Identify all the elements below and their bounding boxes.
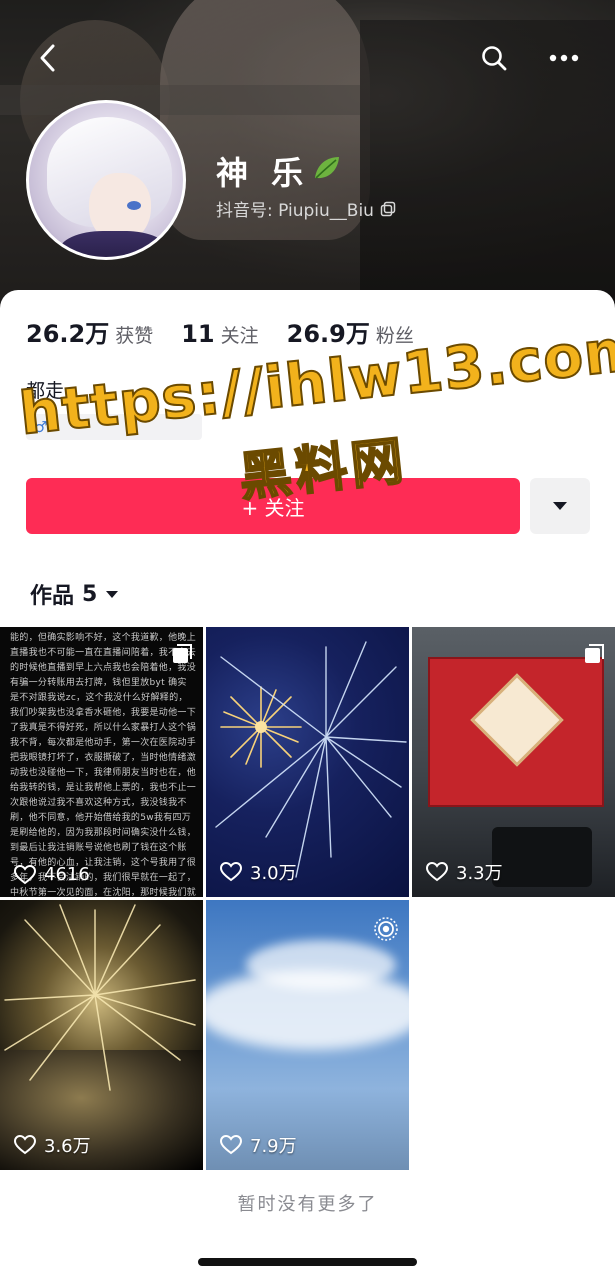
sky-cloud [246, 940, 396, 990]
heart-icon [14, 864, 36, 884]
stat-following[interactable]: 11 关注 [181, 320, 258, 348]
recommend-dropdown-button[interactable] [530, 478, 590, 534]
leaf-icon [311, 152, 341, 190]
tab-works-label: 作品 [30, 584, 75, 609]
tab-works[interactable]: 作品 5 [30, 578, 119, 610]
stat-followers-label: 粉丝 [375, 325, 414, 347]
douyin-id-text: 抖音号: Piupiu__Biu [216, 201, 374, 221]
search-button[interactable] [474, 38, 514, 78]
video-likes-count: 7.9万 [250, 1136, 297, 1157]
video-tile[interactable]: 3.0万 [206, 627, 409, 897]
video-likes: 3.3万 [426, 859, 503, 885]
stat-likes-label: 获赞 [115, 325, 154, 347]
stat-followers[interactable]: 26.9万 粉丝 [287, 314, 414, 349]
video-tile[interactable]: 3.6万 [0, 900, 203, 1170]
video-tile[interactable]: 7.9万 [206, 900, 409, 1170]
stat-following-value: 11 [181, 320, 215, 348]
chevron-left-icon [40, 44, 55, 72]
no-more-text: 暂时没有更多了 [237, 1194, 378, 1215]
video-likes: 7.9万 [220, 1132, 297, 1158]
tab-works-count: 5 [82, 581, 98, 607]
profile-name: 神 乐 [216, 148, 341, 194]
avatar[interactable] [26, 100, 186, 260]
firework-image [4, 904, 196, 1091]
multi-image-icon [585, 644, 604, 663]
stat-likes-value: 26.2万 [26, 320, 110, 348]
stat-following-label: 关注 [220, 325, 259, 347]
video-text-content: 能的，但确实影响不好，这个我道歉，他晚上直播我也不可能一直在直播间陪着，我不出去… [10, 633, 197, 897]
stats-row: 26.2万 获赞 11 关注 26.9万 粉丝 [26, 314, 442, 349]
copy-icon[interactable] [380, 201, 396, 217]
video-tile[interactable]: 能的，但确实影响不好，这个我道歉，他晚上直播我也不可能一直在直播间陪着，我不出去… [0, 627, 203, 897]
male-icon: ♂ [34, 418, 48, 436]
video-tile[interactable]: 3.3万 [412, 627, 615, 897]
follow-button-label: + 关注 [241, 495, 305, 520]
caret-down-icon [106, 590, 119, 598]
video-likes: 3.0万 [220, 859, 297, 885]
video-likes-count: 3.0万 [250, 863, 297, 884]
video-likes: 3.6万 [14, 1132, 91, 1158]
douyin-id: 抖音号: Piupiu__Biu [216, 196, 396, 221]
profile-name-text: 神 乐 [216, 154, 310, 192]
video-likes: 4616 [14, 864, 90, 885]
heart-icon [14, 1135, 36, 1155]
stat-followers-value: 26.9万 [286, 320, 370, 348]
heart-icon [220, 862, 242, 882]
stat-likes[interactable]: 26.2万 获赞 [26, 314, 153, 349]
follow-button[interactable]: + 关注 [26, 478, 520, 534]
gender-tag: ♂ [26, 414, 202, 440]
video-likes-count: 3.3万 [456, 863, 503, 884]
video-likes-count: 3.6万 [44, 1136, 91, 1157]
search-icon [482, 46, 507, 71]
heart-icon [220, 1135, 242, 1155]
home-indicator[interactable] [198, 1258, 417, 1266]
more-dots-icon [549, 54, 579, 62]
firework-image [215, 641, 407, 878]
live-photo-icon [374, 917, 398, 941]
caret-down-icon [553, 502, 567, 510]
more-button[interactable] [544, 38, 584, 78]
video-likes-count: 4616 [44, 864, 90, 885]
car-console [492, 827, 592, 887]
heart-icon [426, 862, 448, 882]
multi-image-icon [173, 644, 192, 663]
back-button[interactable] [28, 38, 68, 78]
bio-text: 都走 [26, 380, 65, 402]
